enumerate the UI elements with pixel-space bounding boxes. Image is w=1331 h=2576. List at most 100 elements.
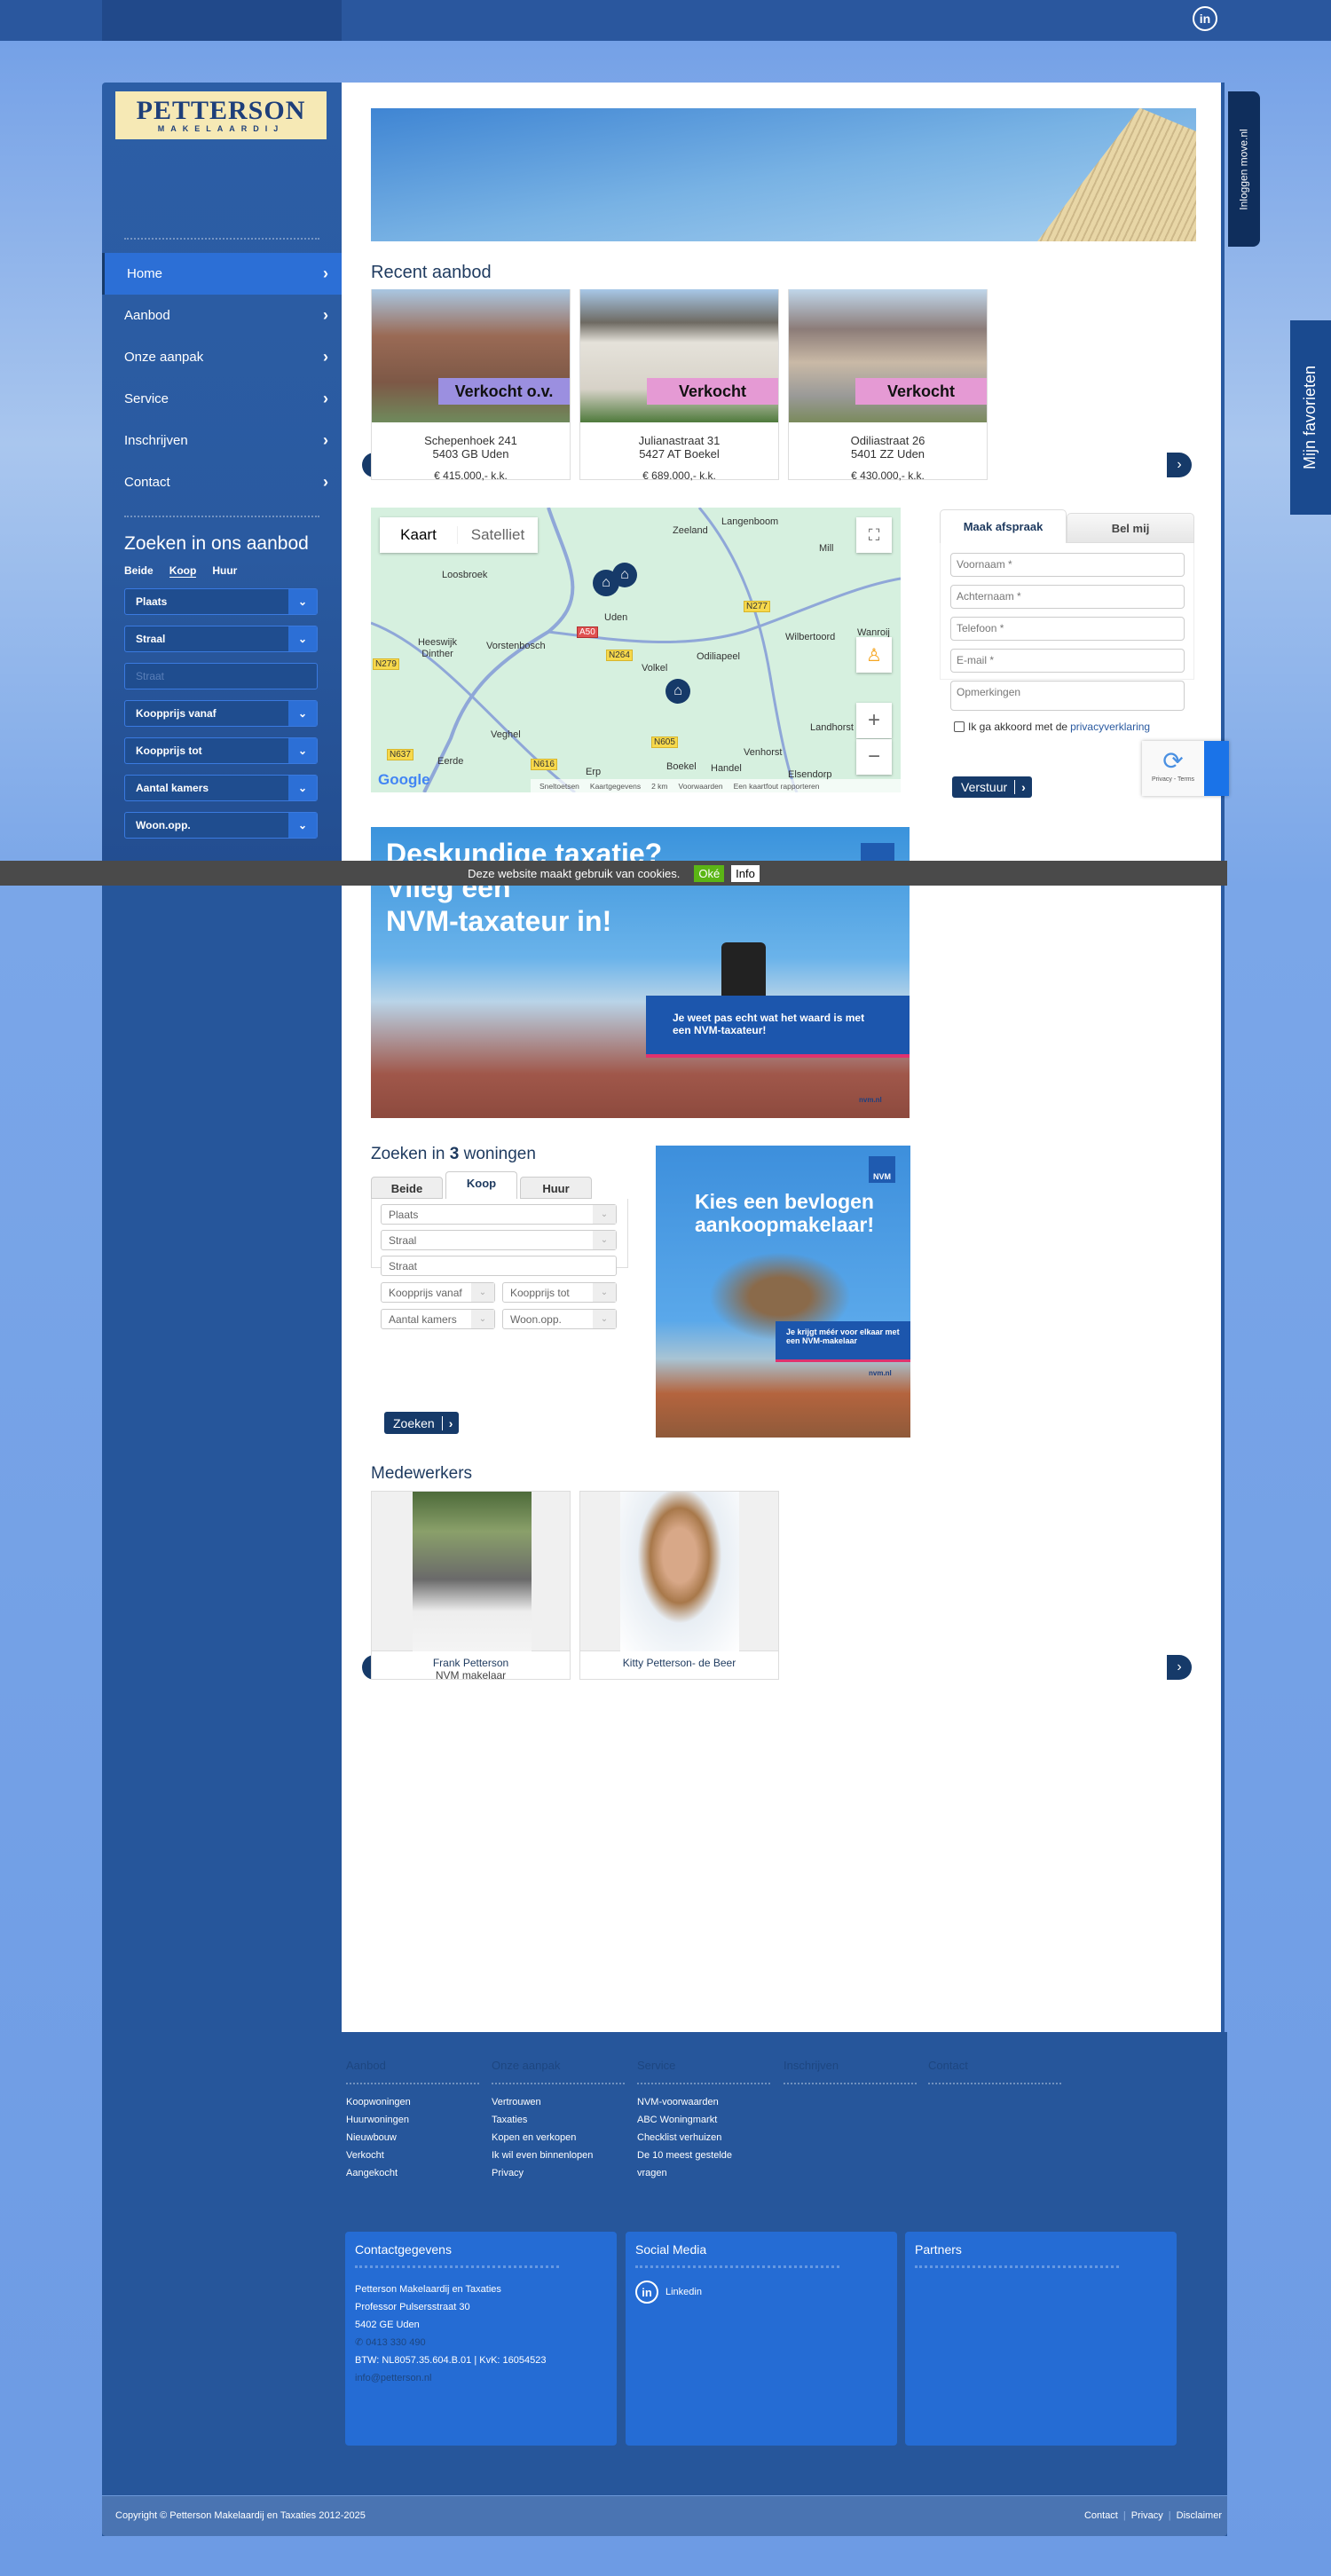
remarks-textarea[interactable]: Opmerkingen [950,681,1185,711]
footer-link[interactable]: ABC Woningmarkt [637,2111,770,2129]
woon-opp-select[interactable]: Woon.opp. ⌄ [124,812,318,839]
hero-image [371,108,1196,241]
map-place-label: Heeswijk Dinther [417,637,457,659]
tab-bel-mij[interactable]: Bel mij [1067,513,1194,543]
search-tab-koop[interactable]: Koop [445,1171,517,1199]
partners-box: Partners [905,2232,1177,2446]
koopprijs-tot-select[interactable]: Koopprijs tot ⌄ [124,737,318,764]
staff-card[interactable]: Frank Petterson NVM makelaar [371,1491,571,1682]
footer-link[interactable]: Kopen en verkopen [492,2129,625,2147]
title-prefix: Zoeken in [371,1145,450,1163]
email-input[interactable]: E-mail * [950,649,1185,673]
footer-link[interactable]: Vertrouwen [492,2093,625,2111]
nav-inschrijven[interactable]: Inschrijven › [102,420,342,461]
property-city: 5403 GB Uden [432,447,509,461]
email-link[interactable]: info@petterson.nl [355,2369,607,2387]
staff-next-button[interactable]: › [1167,1655,1192,1680]
footer-link[interactable]: Privacy [492,2164,625,2182]
footer-link[interactable]: Ik wil even binnenlopen [492,2147,625,2164]
first-name-input[interactable]: Voornaam * [950,553,1185,577]
privacy-link[interactable]: privacyverklaring [1070,721,1150,733]
logo[interactable]: PETTERSON MAKELAARDIJ [115,91,327,139]
map-place-label: Venhorst [744,747,783,758]
nav-contact[interactable]: Contact › [102,461,342,503]
search-tab-huur[interactable]: Huur [520,1177,592,1199]
zoom-out-icon[interactable]: − [856,739,892,775]
linkedin-icon[interactable]: in [1193,6,1217,31]
pegman-icon[interactable]: ♙ [856,637,892,673]
house-marker-icon[interactable]: ⌂ [612,563,637,587]
map-terms-link[interactable]: Voorwaarden [679,782,723,791]
footer-link[interactable]: Huurwoningen [346,2111,479,2129]
bottom-link-privacy[interactable]: Privacy [1131,2510,1163,2521]
map-data-link[interactable]: Kaartgegevens [590,782,641,791]
consent-checkbox[interactable] [954,721,965,732]
footer-link[interactable]: Checklist verhuizen [637,2129,770,2147]
bottom-link-disclaimer[interactable]: Disclaimer [1177,2510,1222,2521]
map-tab-satelliet[interactable]: Satelliet [458,526,538,544]
straal-select[interactable]: Straal ⌄ [381,1230,617,1250]
title-suffix: woningen [459,1145,536,1163]
tab-maak-afspraak[interactable]: Maak afspraak [940,509,1067,543]
plaats-select[interactable]: Plaats ⌄ [381,1204,617,1225]
straat-input[interactable]: Straat [124,663,318,689]
plaats-select[interactable]: Plaats ⌄ [124,588,318,615]
koopprijs-tot-select[interactable]: Koopprijs tot ⌄ [502,1282,617,1303]
footer-link[interactable]: NVM-voorwaarden [637,2093,770,2111]
footer-link[interactable]: Koopwoningen [346,2093,479,2111]
cookie-info-button[interactable]: Info [731,864,760,882]
type-huur[interactable]: Huur [212,564,237,578]
road-label: N277 [744,601,770,612]
map-report-link[interactable]: Een kaartfout rapporteren [734,782,820,791]
select-label: Plaats [389,1209,419,1221]
property-card[interactable]: Verkocht Julianastraat 31 5427 AT Boekel… [579,289,779,482]
property-card[interactable]: Verkocht o.v. Schepenhoek 241 5403 GB Ud… [371,289,571,482]
house-marker-icon[interactable]: ⌂ [666,679,690,704]
staff-role: NVM makelaar [435,1669,507,1682]
footer-link[interactable]: Nieuwbouw [346,2129,479,2147]
linkedin-link[interactable]: in Linkedin [635,2281,887,2304]
nav-home[interactable]: Home › [102,253,342,295]
chevron-down-icon: ⌄ [471,1310,494,1328]
straal-select[interactable]: Straal ⌄ [124,626,318,652]
zoom-in-icon[interactable]: + [856,703,892,738]
phone-input[interactable]: Telefoon * [950,617,1185,641]
login-move-tab[interactable]: Inloggen move.nl [1228,91,1260,247]
map[interactable]: Zeeland Langenboom Mill Loosbroek Uden H… [371,508,901,792]
aantal-kamers-select[interactable]: Aantal kamers ⌄ [124,775,318,801]
chevron-right-icon: › [441,1415,460,1430]
footer-link[interactable]: Aangekocht [346,2164,479,2182]
search-tab-beide[interactable]: Beide [371,1177,443,1199]
recent-next-button[interactable]: › [1167,453,1192,477]
verstuur-button[interactable]: Verstuur › [952,776,1032,798]
type-beide[interactable]: Beide [124,564,154,578]
nav-onze-aanpak[interactable]: Onze aanpak › [102,336,342,378]
staff-card[interactable]: Kitty Petterson- de Beer [579,1491,779,1680]
zoeken-button[interactable]: Zoeken › [384,1412,460,1434]
cookie-ok-button[interactable]: Oké [694,864,725,882]
nav-service[interactable]: Service › [102,378,342,420]
footer-link[interactable]: De 10 meest gestelde vragen [637,2147,748,2182]
fullscreen-icon[interactable]: ⛶ [856,517,892,553]
koopprijs-vanaf-select[interactable]: Koopprijs vanaf ⌄ [381,1282,495,1303]
last-name-input[interactable]: Achternaam * [950,585,1185,609]
select-label: Woon.opp. [136,819,191,831]
footer-link[interactable]: Verkocht [346,2147,479,2164]
phone-link[interactable]: 0413 330 490 [366,2337,425,2348]
nvm-aankoop-banner[interactable]: NVM Kies een bevlogen aankoopmakelaar! J… [656,1146,910,1438]
type-koop[interactable]: Koop [169,564,197,578]
koopprijs-vanaf-select[interactable]: Koopprijs vanaf ⌄ [124,700,318,727]
footer-link[interactable]: Taxaties [492,2111,625,2129]
straat-input[interactable]: Straat [381,1256,617,1276]
nav-aanbod[interactable]: Aanbod › [102,295,342,336]
recent-title: Recent aanbod [371,263,492,282]
map-tab-kaart[interactable]: Kaart [380,526,458,544]
aantal-kamers-select[interactable]: Aantal kamers ⌄ [381,1309,495,1329]
select-label: Aantal kamers [136,782,209,794]
bottom-link-contact[interactable]: Contact [1084,2510,1118,2521]
woon-opp-select[interactable]: Woon.opp. ⌄ [502,1309,617,1329]
property-card[interactable]: Verkocht Odiliastraat 26 5401 ZZ Uden € … [788,289,988,482]
favorites-tab[interactable]: Mijn favorieten [1290,320,1331,515]
recaptcha-badge[interactable]: ⟳ Privacy - Terms [1142,741,1229,796]
map-shortcuts-link[interactable]: Sneltoetsen [539,782,579,791]
